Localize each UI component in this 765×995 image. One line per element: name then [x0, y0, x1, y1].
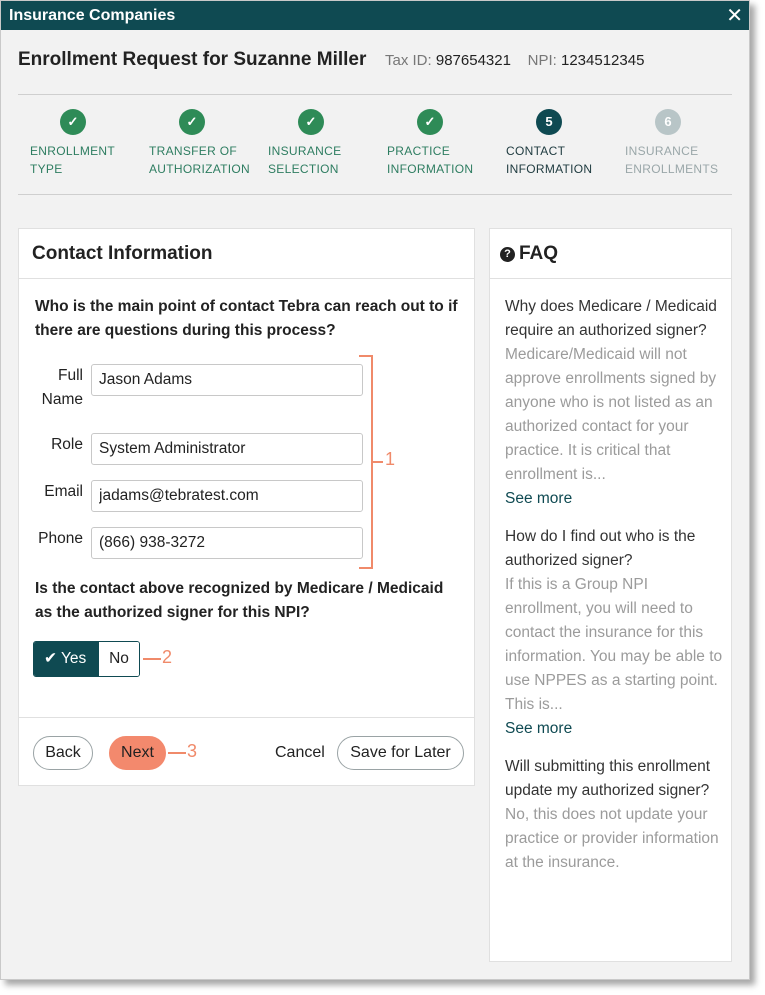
npi-value: 1234512345	[560, 52, 645, 69]
faq-question: How do I find out who is the authorized …	[505, 528, 696, 569]
faq-item: Why does Medicare / Medicaid require an …	[505, 295, 725, 511]
dialog-title: Insurance Companies	[9, 7, 176, 24]
cancel-button[interactable]: Cancel	[275, 736, 325, 770]
insurance-companies-dialog: Insurance Companies ✕ Enrollment Request…	[0, 0, 750, 980]
question-line: as the authorized signer for this NPI?	[35, 604, 310, 621]
role-label: Role	[51, 436, 83, 453]
tax-id-label: Tax ID:	[385, 52, 432, 69]
see-more-link[interactable]: See more	[505, 717, 725, 741]
question-line: Who is the main point of contact Tebra c…	[35, 298, 458, 315]
step-number-5: 5	[536, 109, 562, 135]
faq-title: ? FAQ	[500, 243, 558, 265]
card-title: Contact Information	[32, 243, 213, 264]
step-label-line2: INFORMATION	[506, 162, 593, 176]
faq-question: Will submitting this enrollment update m…	[505, 758, 711, 799]
step-label: PRACTICE INFORMATION	[387, 142, 473, 178]
progress-stepper: ✓ ENROLLMENT TYPE ✓ TRANSFER OF AUTHORIZ…	[18, 105, 732, 185]
step-label-line2: ENROLLMENTS	[625, 162, 719, 176]
phone-label: Phone	[38, 530, 83, 547]
faq-answer: No, this does not update your practice o…	[505, 806, 719, 871]
step-label-line2: INFORMATION	[387, 162, 474, 176]
authorized-signer-question: Is the contact above recognized by Medic…	[35, 577, 465, 625]
faq-item: How do I find out who is the authorized …	[505, 525, 725, 741]
step-label: ENROLLMENT TYPE	[30, 142, 115, 178]
check-icon: ✓	[179, 109, 205, 135]
phone-input[interactable]	[91, 527, 363, 559]
step-label: INSURANCE SELECTION	[268, 142, 341, 178]
tax-id-value: 987654321	[435, 52, 511, 69]
annotation-line	[168, 752, 186, 754]
step-number-6: 6	[655, 109, 681, 135]
save-for-later-button[interactable]: Save for Later	[337, 736, 464, 770]
question-line: Is the contact above recognized by Medic…	[35, 580, 444, 597]
question-circle-icon: ?	[500, 247, 515, 262]
header-divider	[18, 94, 732, 95]
faq-question: Why does Medicare / Medicaid require an …	[505, 298, 717, 339]
card-footer-divider	[19, 717, 474, 718]
check-icon: ✓	[60, 109, 86, 135]
card-divider	[490, 278, 731, 279]
step-label-line1: INSURANCE	[625, 144, 699, 158]
full-name-input[interactable]	[91, 364, 363, 396]
annotation-bracket	[359, 355, 373, 569]
no-toggle-button[interactable]: No	[98, 642, 139, 676]
step-label-line1: ENROLLMENT	[30, 144, 116, 158]
role-input[interactable]	[91, 433, 363, 465]
back-button[interactable]: Back	[33, 736, 93, 770]
step-label-line2: TYPE	[30, 162, 63, 176]
contact-information-card: Contact Information Who is the main poin…	[18, 228, 475, 786]
label-line: Name	[41, 391, 83, 408]
faq-list: Why does Medicare / Medicaid require an …	[505, 295, 725, 889]
faq-card: ? FAQ Why does Medicare / Medicaid requir…	[489, 228, 732, 962]
npi-label: NPI:	[527, 52, 557, 69]
faq-title-text: FAQ	[519, 243, 559, 264]
email-label: Email	[44, 483, 83, 500]
step-label: INSURANCE ENROLLMENTS	[625, 142, 718, 178]
step-label-line2: SELECTION	[268, 162, 339, 176]
annotation-line	[143, 658, 161, 660]
check-icon: ✓	[417, 109, 443, 135]
annotation-3: 3	[187, 741, 198, 761]
annotation-1: 1	[385, 449, 396, 469]
step-label: CONTACT INFORMATION	[506, 142, 592, 178]
stepper-divider	[18, 194, 732, 195]
close-icon[interactable]: ✕	[726, 3, 743, 28]
yes-toggle-button[interactable]: ✔ Yes	[34, 642, 98, 676]
email-input[interactable]	[91, 480, 363, 512]
card-divider	[19, 278, 474, 279]
step-label-line1: TRANSFER OF	[149, 144, 237, 158]
annotation-line	[373, 461, 383, 463]
label-line: Full	[58, 367, 83, 384]
enrollment-header: Enrollment Request for Suzanne Miller Ta…	[18, 49, 738, 73]
yes-no-toggle: ✔ Yes No	[33, 641, 140, 677]
step-label-line2: AUTHORIZATION	[149, 162, 251, 176]
question-line: there are questions during this process?	[35, 322, 336, 339]
annotation-2: 2	[162, 647, 173, 667]
page-title: Enrollment Request for Suzanne Miller	[18, 49, 367, 70]
see-more-link[interactable]: See more	[505, 487, 725, 511]
step-label-line1: INSURANCE	[268, 144, 342, 158]
full-name-label: Full Name	[21, 364, 83, 412]
step-label-line1: PRACTICE	[387, 144, 451, 158]
main-contact-question: Who is the main point of contact Tebra c…	[35, 295, 465, 343]
next-button[interactable]: Next	[109, 736, 166, 770]
check-icon: ✓	[298, 109, 324, 135]
faq-item: Will submitting this enrollment update m…	[505, 755, 725, 875]
provider-ids: Tax ID: 987654321 NPI: 1234512345	[385, 52, 644, 69]
step-label-line1: CONTACT	[506, 144, 566, 158]
faq-answer: If this is a Group NPI enrollment, you w…	[505, 576, 723, 713]
step-label: TRANSFER OF AUTHORIZATION	[149, 142, 250, 178]
faq-answer: Medicare/Medicaid will not approve enrol…	[505, 346, 717, 483]
dialog-titlebar: Insurance Companies ✕	[1, 1, 749, 30]
